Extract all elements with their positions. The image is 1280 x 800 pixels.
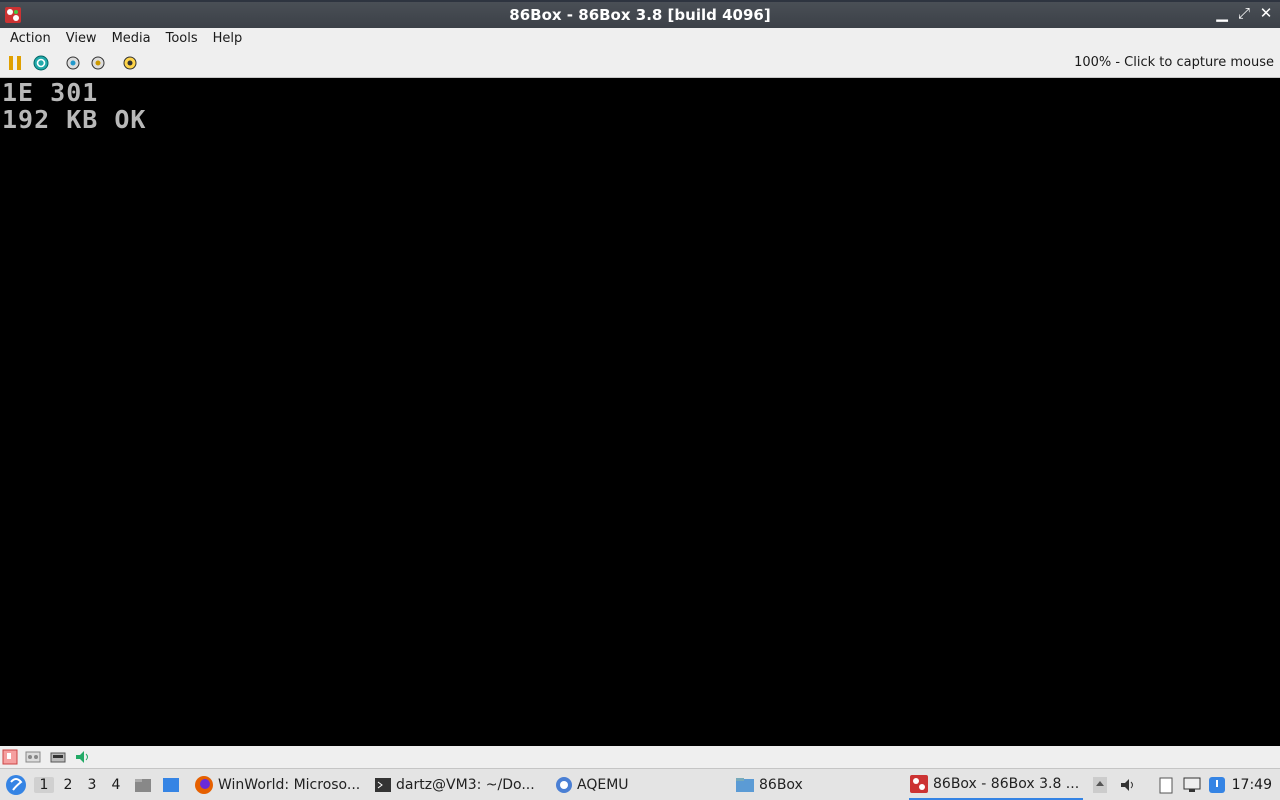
floppy-drive-icon[interactable]: [2, 749, 18, 765]
task-label: 86Box - 86Box 3.8 ...: [933, 775, 1080, 792]
task-label: WinWorld: Microso...: [218, 776, 361, 793]
workspace-4[interactable]: 4: [106, 777, 126, 793]
close-icon[interactable]: ✕: [1258, 4, 1274, 22]
eject-icon[interactable]: [1091, 776, 1109, 794]
task-aqemu[interactable]: AQEMU: [555, 769, 629, 800]
status-bar: [0, 746, 1280, 768]
start-menu-icon[interactable]: [5, 774, 27, 796]
task-86box-window[interactable]: 86Box - 86Box 3.8 ...: [909, 769, 1083, 800]
desktop-launcher-icon[interactable]: [162, 776, 180, 794]
update-notifier-icon[interactable]: [1208, 776, 1226, 794]
task-86box-folder[interactable]: 86Box: [735, 769, 803, 800]
window-title: 86Box - 86Box 3.8 [build 4096]: [509, 6, 771, 24]
ctrl-alt-del-icon[interactable]: [64, 54, 82, 72]
sound-icon[interactable]: [74, 749, 90, 765]
86box-icon: [910, 774, 928, 793]
clipboard-icon[interactable]: [1157, 776, 1175, 794]
task-winworld[interactable]: WinWorld: Microso...: [194, 769, 360, 800]
folder-icon: [736, 777, 754, 792]
workspace-2[interactable]: 2: [58, 777, 78, 793]
terminal-icon: [375, 777, 391, 792]
screen-line: 1E 301: [2, 78, 99, 107]
menu-media[interactable]: Media: [107, 31, 156, 46]
cassette-icon[interactable]: [25, 749, 41, 765]
capture-status: 100% - Click to capture mouse: [1074, 55, 1274, 70]
taskbar: 1 2 3 4 WinWorld: Microso... dartz@VM3: …: [0, 768, 1280, 800]
network-icon[interactable]: [1183, 776, 1201, 794]
emulator-screen[interactable]: 1E 301 192 KB OK: [0, 78, 1280, 746]
reset-icon[interactable]: [32, 54, 50, 72]
task-terminal[interactable]: dartz@VM3: ~/Do...: [374, 769, 535, 800]
ctrl-alt-esc-icon[interactable]: [89, 54, 107, 72]
menu-action[interactable]: Action: [5, 31, 56, 46]
menu-tools[interactable]: Tools: [161, 31, 203, 46]
toolbar: 100% - Click to capture mouse: [0, 48, 1280, 78]
aqemu-icon: [556, 776, 572, 793]
pause-icon[interactable]: [6, 54, 24, 72]
screen-line: 192 KB OK: [2, 105, 147, 134]
window-titlebar: 86Box - 86Box 3.8 [build 4096] ▁ ⤢ ✕: [0, 0, 1280, 28]
workspace-1[interactable]: 1: [34, 777, 54, 793]
settings-gear-icon[interactable]: [121, 54, 139, 72]
menu-view[interactable]: View: [61, 31, 102, 46]
task-label: dartz@VM3: ~/Do...: [396, 776, 535, 793]
menu-help[interactable]: Help: [208, 31, 248, 46]
volume-icon[interactable]: [1119, 776, 1137, 794]
firefox-icon: [195, 775, 213, 794]
maximize-icon[interactable]: ⤢: [1236, 4, 1252, 22]
menu-bar: Action View Media Tools Help: [0, 28, 1280, 48]
taskbar-clock: 17:49: [1231, 777, 1272, 793]
file-manager-launcher-icon[interactable]: [134, 776, 152, 794]
minimize-icon[interactable]: ▁: [1214, 4, 1230, 22]
task-label: 86Box: [759, 776, 803, 793]
task-label: AQEMU: [577, 776, 629, 793]
hard-disk-icon[interactable]: [50, 749, 66, 765]
workspace-3[interactable]: 3: [82, 777, 102, 793]
